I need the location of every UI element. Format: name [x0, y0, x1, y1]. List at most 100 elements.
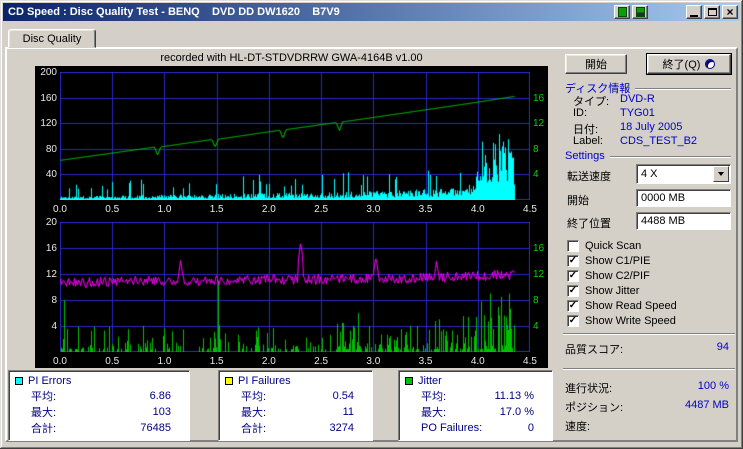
stat-row: 最大:17.0 %: [399, 404, 552, 420]
minimize-button[interactable]: [686, 5, 702, 19]
axis-tick: 120: [35, 118, 57, 129]
axis-tick: 0.5: [99, 204, 125, 215]
axis-tick: 3.5: [413, 204, 439, 215]
axis-tick: 8: [533, 144, 551, 155]
position-label: ポジション:: [565, 399, 623, 415]
axis-tick: 80: [35, 144, 57, 155]
axis-tick: 4: [35, 321, 57, 332]
checkbox-box[interactable]: ✓: [567, 255, 579, 267]
jitter-swatch: [405, 377, 413, 385]
checkbox-quick-scan[interactable]: Quick Scan: [567, 239, 641, 252]
green-sheet-icon: [618, 7, 627, 17]
disc-label-value: CDS_TEST_B2: [620, 135, 697, 147]
divider: [635, 88, 731, 89]
checkbox-box[interactable]: ✓: [567, 300, 579, 312]
chevron-down-icon[interactable]: [713, 166, 729, 182]
disc-type-value: DVD-R: [620, 93, 655, 105]
axis-tick: 16: [35, 243, 57, 254]
checkbox-box[interactable]: [567, 240, 579, 252]
stat-row: 最大:103: [9, 404, 189, 420]
window-title: CD Speed : Disc Quality Test - BENQ DVD …: [8, 6, 612, 18]
settings-header: Settings: [565, 150, 731, 162]
start-position-field[interactable]: 0000 MB: [636, 189, 731, 207]
checkbox-box[interactable]: ✓: [567, 270, 579, 282]
stop-button[interactable]: 終了(Q): [647, 54, 731, 74]
axis-tick: 8: [533, 295, 551, 306]
disc-date-value: 18 July 2005: [620, 121, 682, 133]
axis-tick: 2.5: [308, 204, 334, 215]
checkbox-show-jitter[interactable]: ✓ Show Jitter: [567, 284, 639, 297]
end-position-field[interactable]: 4488 MB: [636, 212, 731, 230]
axis-tick: 4.5: [517, 204, 543, 215]
stat-row: 平均:0.54: [219, 388, 372, 404]
axis-tick: 1.5: [204, 204, 230, 215]
quality-graphs-panel: 2001601208040161284201612841612840.00.00…: [35, 66, 548, 368]
close-button[interactable]: ×: [722, 5, 738, 19]
pi-failures-label: PI Failures: [238, 375, 291, 387]
jitter-stats-box: Jitter 平均:11.13 % 最大:17.0 % PO Failures:…: [398, 370, 553, 441]
checkbox-show-c2-pif[interactable]: ✓ Show C2/PIF: [567, 269, 650, 282]
axis-tick: 160: [35, 93, 57, 104]
stat-row: 合計:76485: [9, 420, 189, 436]
axis-tick: 16: [533, 243, 551, 254]
minimize-icon: [690, 15, 698, 17]
maximize-button[interactable]: [704, 5, 720, 19]
stat-row: 平均:6.86: [9, 388, 189, 404]
axis-tick: 4.0: [465, 204, 491, 215]
chart-title: recorded with HL-DT-STDVDRRW GWA-4164B v…: [35, 52, 548, 64]
speed-select-label: 転送速度: [567, 168, 611, 184]
divider: [563, 333, 735, 334]
speed-select-value: 4 X: [637, 168, 712, 180]
axis-tick: 0.0: [47, 204, 73, 215]
start-button[interactable]: 開始: [565, 54, 627, 74]
titlebar[interactable]: CD Speed : Disc Quality Test - BENQ DVD …: [3, 3, 740, 21]
app-window: CD Speed : Disc Quality Test - BENQ DVD …: [0, 0, 743, 449]
pi-failures-stats-box: PI Failures 平均:0.54 最大:11 合計:3274: [218, 370, 373, 441]
checkbox-show-c1-pie[interactable]: ✓ Show C1/PIE: [567, 254, 650, 267]
speed-label: 速度:: [565, 418, 590, 434]
titlebar-green-icon-2[interactable]: [632, 5, 648, 19]
checkbox-show-write-speed[interactable]: ✓ Show Write Speed: [567, 314, 676, 327]
axis-tick: 12: [35, 269, 57, 280]
pi-errors-swatch: [15, 377, 23, 385]
axis-tick: 1.5: [204, 356, 230, 367]
axis-tick: 8: [35, 295, 57, 306]
axis-tick: 4: [533, 321, 551, 332]
divider: [563, 368, 735, 369]
axis-tick: 3.5: [413, 356, 439, 367]
axis-tick: 2.0: [256, 204, 282, 215]
start-position-label: 開始: [567, 192, 589, 208]
tab-label: Disc Quality: [23, 33, 82, 45]
axis-tick: 2.0: [256, 356, 282, 367]
axis-tick: 0.5: [99, 356, 125, 367]
stop-clock-icon: [705, 59, 715, 69]
stat-row: 平均:11.13 %: [399, 388, 552, 404]
jitter-label: Jitter: [418, 375, 442, 387]
pi-errors-stats-box: PI Errors 平均:6.86 最大:103 合計:76485: [8, 370, 190, 441]
tab-disc-quality[interactable]: Disc Quality: [8, 29, 96, 48]
maximize-icon: [708, 8, 717, 16]
axis-tick: 12: [533, 118, 551, 129]
speed-select[interactable]: 4 X: [636, 164, 731, 184]
titlebar-green-icon-1[interactable]: [614, 5, 630, 19]
checkbox-box[interactable]: ✓: [567, 315, 579, 327]
stat-row: 合計:3274: [219, 420, 372, 436]
disc-id-label: ID:: [573, 107, 587, 119]
axis-tick: 12: [533, 269, 551, 280]
progress-label: 進行状況:: [565, 380, 612, 396]
axis-tick: 4: [533, 169, 551, 180]
axis-tick: 2.5: [308, 356, 334, 367]
axis-tick: 4.0: [465, 356, 491, 367]
end-position-label: 終了位置: [567, 215, 611, 231]
position-value: 4487 MB: [685, 399, 729, 411]
pi-failures-swatch: [225, 377, 233, 385]
divider: [610, 156, 731, 157]
checkbox-box[interactable]: ✓: [567, 285, 579, 297]
axis-tick: 0.0: [47, 356, 73, 367]
stat-row: 最大:11: [219, 404, 372, 420]
green-sheet-dark-icon: [636, 7, 645, 17]
axis-tick: 1.0: [151, 356, 177, 367]
checkbox-show-read-speed[interactable]: ✓ Show Read Speed: [567, 299, 677, 312]
progress-value: 100 %: [698, 380, 729, 392]
disc-id-value: TYG01: [620, 107, 655, 119]
